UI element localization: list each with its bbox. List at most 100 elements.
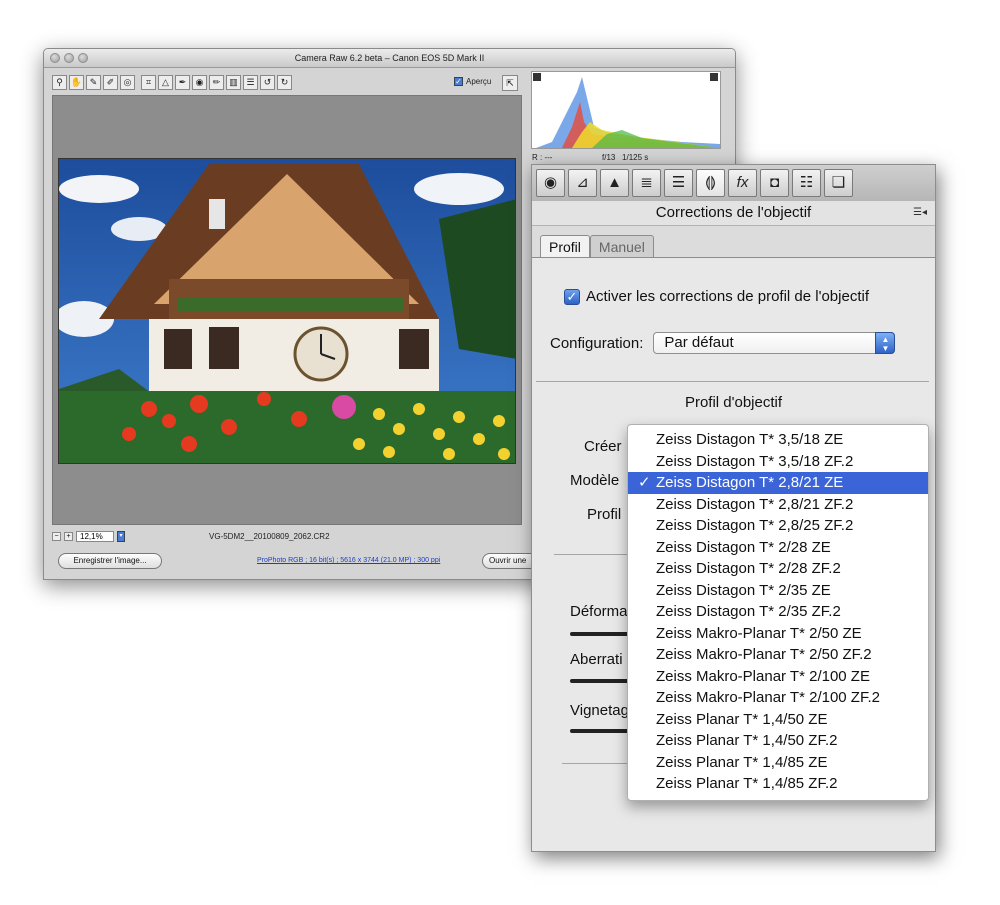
list-item-label: Zeiss Makro-Planar T* 2/50 ZF.2 xyxy=(656,646,872,663)
lens-profile-heading: Profil d'objectif xyxy=(684,394,783,411)
configuration-label: Configuration: xyxy=(550,334,644,352)
make-label: Créer xyxy=(584,438,622,455)
configuration-value: Par défaut xyxy=(664,334,734,351)
red-eye-icon[interactable]: ◉ xyxy=(192,75,207,90)
exposure-readout: f/13 1/125 s xyxy=(602,153,648,162)
rotate-right-icon[interactable]: ↻ xyxy=(277,75,292,90)
readout-aperture: f/13 xyxy=(602,153,616,162)
list-item-label: Zeiss Planar T* 1,4/50 ZF.2 xyxy=(656,732,838,749)
list-item[interactable]: Zeiss Planar T* 1,4/50 ZF.2 xyxy=(628,730,928,752)
camera-calibration-tab-icon[interactable]: ◘ xyxy=(760,169,789,197)
list-item[interactable]: Zeiss Distagon T* 2/28 ZF.2 xyxy=(628,558,928,580)
hand-tool-icon[interactable]: ✋ xyxy=(69,75,84,90)
lens-corrections-tab-icon[interactable]: ⟬⟭ xyxy=(696,169,725,197)
rgb-readout: R : --- xyxy=(532,153,558,162)
basic-tab-icon[interactable]: ◉ xyxy=(536,169,565,197)
fullscreen-icon[interactable]: ⇱ xyxy=(502,75,518,91)
preferences-icon[interactable]: ☰ xyxy=(243,75,258,90)
workflow-options-link[interactable]: ProPhoto RGB ; 16 bit(s) ; 5616 x 3744 (… xyxy=(257,557,440,564)
color-sampler-tool-icon[interactable]: ✐ xyxy=(103,75,118,90)
list-item-label: Zeiss Planar T* 1,4/85 ZE xyxy=(656,753,828,771)
photo-preview xyxy=(58,158,516,464)
select-arrows-icon: ▲ ▼ xyxy=(875,332,896,354)
list-item[interactable]: Zeiss Distagon T* 3,5/18 ZE xyxy=(628,429,928,451)
model-label: Modèle xyxy=(570,472,620,489)
zoom-window-button[interactable] xyxy=(78,53,88,63)
list-item-label: Zeiss Distagon T* 2,8/21 ZF.2 xyxy=(656,495,854,513)
readout-shutter: 1/125 s xyxy=(622,153,649,162)
profile-label: Profil xyxy=(587,506,622,523)
white-balance-tool-icon[interactable]: ✎ xyxy=(86,75,101,90)
split-toning-tab-icon[interactable]: ☰ xyxy=(664,169,693,197)
tab-profile[interactable]: Profil xyxy=(540,235,590,257)
enable-profile-corrections[interactable]: ✓ Activer les corrections de profil de l… xyxy=(564,288,869,305)
configuration-row: Configuration: Par défaut ▲ ▼ xyxy=(550,332,896,354)
hsl-tab-icon[interactable]: ≣ xyxy=(632,169,661,197)
list-item[interactable]: Zeiss Distagon T* 2,8/21 ZF.2 xyxy=(628,494,928,516)
distortion-label: Déforma xyxy=(570,603,628,620)
straighten-tool-icon[interactable]: △ xyxy=(158,75,173,90)
divider xyxy=(536,381,929,382)
list-item[interactable]: Zeiss Distagon T* 2/35 ZF.2 xyxy=(628,601,928,623)
presets-tab-icon[interactable]: ☷ xyxy=(792,169,821,197)
list-item[interactable]: Zeiss Distagon T* 3,5/18 ZF.2 xyxy=(628,451,928,473)
aberration-label: Aberrati xyxy=(570,651,623,668)
list-item-label: Zeiss Distagon T* 2,8/21 ZE xyxy=(656,474,844,491)
list-item[interactable]: Zeiss Makro-Planar T* 2/100 ZF.2 xyxy=(628,687,928,709)
adjustment-tabs: ◉ ⊿ ▲ ≣ ☰ ⟬⟭ fx ◘ ☷ ❏ xyxy=(532,165,935,202)
effects-tab-icon[interactable]: fx xyxy=(728,169,757,197)
panel-menu-icon[interactable]: ☰◂ xyxy=(913,207,927,218)
readout-r: R : --- xyxy=(532,153,553,162)
adjustment-brush-icon[interactable]: ✏ xyxy=(209,75,224,90)
close-window-button[interactable] xyxy=(50,53,60,63)
divider xyxy=(554,554,635,555)
tab-manual[interactable]: Manuel xyxy=(589,235,654,257)
zoom-in-button[interactable]: + xyxy=(64,532,73,541)
zoom-out-button[interactable]: − xyxy=(52,532,61,541)
enable-label: Activer les corrections de profil de l'o… xyxy=(586,288,869,305)
list-item[interactable]: Zeiss Distagon T* 2/28 ZE xyxy=(628,537,928,559)
list-item-label: Zeiss Distagon T* 3,5/18 ZE xyxy=(656,431,844,448)
list-item[interactable]: Zeiss Makro-Planar T* 2/50 ZE xyxy=(628,623,928,645)
enable-checkbox[interactable]: ✓ xyxy=(564,288,580,305)
list-item-label: Zeiss Planar T* 1,4/85 ZF.2 xyxy=(656,775,838,792)
list-item[interactable]: Zeiss Planar T* 1,4/85 ZE xyxy=(628,752,928,774)
preview-checkbox[interactable]: ✓ xyxy=(454,77,463,86)
spot-removal-icon[interactable]: ✒ xyxy=(175,75,190,90)
list-item-label: Zeiss Distagon T* 2/35 ZE xyxy=(656,581,831,599)
highlight-clipping-icon[interactable] xyxy=(710,73,718,81)
list-item-label: Zeiss Makro-Planar T* 2/100 ZE xyxy=(656,667,870,685)
list-item[interactable]: Zeiss Planar T* 1,4/85 ZF.2 xyxy=(628,773,928,795)
tone-curve-tab-icon[interactable]: ⊿ xyxy=(568,169,597,197)
list-item-label: Zeiss Distagon T* 2,8/25 ZF.2 xyxy=(656,517,854,534)
graduated-filter-icon[interactable]: ▥ xyxy=(226,75,241,90)
rotate-left-icon[interactable]: ↺ xyxy=(260,75,275,90)
list-item[interactable]: Zeiss Distagon T* 2,8/25 ZF.2 xyxy=(628,515,928,537)
zoom-tool-icon[interactable]: ⚲ xyxy=(52,75,67,90)
crop-tool-icon[interactable]: ⌗ xyxy=(141,75,156,90)
list-item[interactable]: Zeiss Distagon T* 2/35 ZE xyxy=(628,580,928,602)
zoom-level[interactable]: 12,1% xyxy=(76,531,114,542)
list-item-label: Zeiss Makro-Planar T* 2/50 ZE xyxy=(656,624,862,642)
preview-toggle[interactable]: ✓ Aperçu xyxy=(454,77,491,86)
preview-label: Aperçu xyxy=(466,77,492,86)
zoom-dropdown-icon[interactable]: ▾ xyxy=(117,531,125,542)
list-item-label: Zeiss Distagon T* 2/35 ZF.2 xyxy=(656,603,841,620)
model-dropdown-list: Zeiss Distagon T* 3,5/18 ZE Zeiss Distag… xyxy=(627,424,929,801)
shadow-clipping-icon[interactable] xyxy=(533,73,541,81)
vignetting-label: Vignetag xyxy=(570,702,629,719)
targeted-adjustment-icon[interactable]: ◎ xyxy=(120,75,135,90)
list-item-label: Zeiss Distagon T* 3,5/18 ZF.2 xyxy=(656,452,854,470)
minimize-window-button[interactable] xyxy=(64,53,74,63)
list-item-selected[interactable]: ✓ Zeiss Distagon T* 2,8/21 ZE xyxy=(628,472,928,494)
list-item[interactable]: Zeiss Makro-Planar T* 2/100 ZE xyxy=(628,666,928,688)
list-item-label: Zeiss Planar T* 1,4/50 ZE xyxy=(656,710,828,728)
list-item[interactable]: Zeiss Planar T* 1,4/50 ZE xyxy=(628,709,928,731)
save-image-button[interactable]: Enregistrer l'image... xyxy=(58,553,162,569)
list-item[interactable]: Zeiss Makro-Planar T* 2/50 ZF.2 xyxy=(628,644,928,666)
snapshots-tab-icon[interactable]: ❏ xyxy=(824,169,853,197)
window-titlebar[interactable]: Camera Raw 6.2 beta – Canon EOS 5D Mark … xyxy=(44,49,735,68)
list-item-label: Zeiss Distagon T* 2/28 ZE xyxy=(656,538,831,556)
configuration-select[interactable]: Par défaut ▲ ▼ xyxy=(653,332,896,354)
detail-tab-icon[interactable]: ▲ xyxy=(600,169,629,197)
